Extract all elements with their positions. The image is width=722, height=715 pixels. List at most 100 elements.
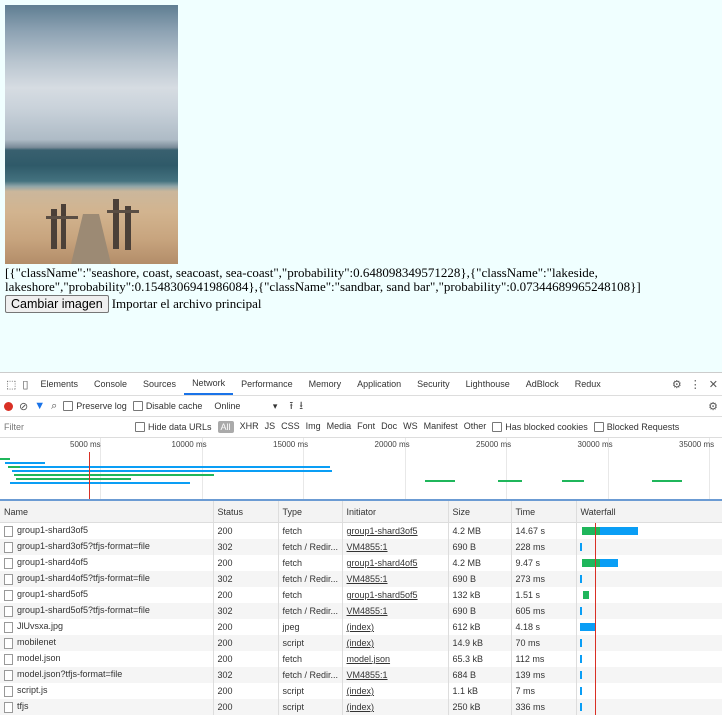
cell-status: 302 [217, 670, 233, 680]
cell-initiator[interactable]: group1-shard3of5 [347, 526, 418, 536]
filter-icon[interactable]: ▼ [34, 400, 45, 412]
tab-sources[interactable]: Sources [135, 373, 184, 395]
hide-data-urls-checkbox[interactable]: Hide data URLs [135, 422, 212, 433]
tab-console[interactable]: Console [86, 373, 135, 395]
file-icon [4, 621, 13, 633]
overview-tick-label: 25000 ms [476, 440, 512, 449]
cell-initiator[interactable]: VM4855:1 [347, 574, 388, 584]
waterfall-cell [576, 699, 722, 715]
devtools-tabs: ⬚ ▯ Elements Console Sources Network Perform… [0, 373, 722, 396]
tab-memory[interactable]: Memory [301, 373, 350, 395]
close-icon[interactable]: ✕ [709, 378, 718, 391]
table-row[interactable]: script.js 200 script (index) 1.1 kB 7 ms [0, 683, 722, 699]
table-row[interactable]: group1-shard4of5 200 fetch group1-shard4of5… [0, 555, 722, 571]
throttle-select[interactable]: Online ▾ [214, 401, 277, 412]
network-overview[interactable]: 5000 ms 10000 ms 15000 ms 20000 ms 25000 ms 3… [0, 438, 722, 501]
cell-initiator[interactable]: (index) [347, 702, 375, 712]
waterfall-load-line [594, 667, 596, 683]
column-header-time[interactable]: Time [511, 501, 577, 523]
disable-cache-checkbox[interactable]: Disable cache [132, 401, 202, 412]
blocked-cookies-checkbox[interactable]: Has blocked cookies [492, 422, 588, 433]
cell-initiator[interactable]: (index) [347, 686, 375, 696]
cell-initiator[interactable]: VM4855:1 [347, 670, 388, 680]
tab-elements[interactable]: Elements [32, 373, 86, 395]
filter-type-doc[interactable]: Doc [381, 421, 397, 433]
cell-initiator[interactable]: (index) [347, 622, 375, 632]
tab-lighthouse[interactable]: Lighthouse [458, 373, 518, 395]
filter-type-media[interactable]: Media [327, 421, 352, 433]
cell-type: fetch / Redir... [282, 542, 339, 552]
uploaded-image [5, 5, 178, 264]
table-row[interactable]: group1-shard4of5?tfjs-format=file 302 fetc… [0, 571, 722, 587]
filter-type-other[interactable]: Other [464, 421, 487, 433]
overview-activity-bar [12, 470, 332, 472]
tab-performance[interactable]: Performance [233, 373, 301, 395]
cell-initiator[interactable]: VM4855:1 [347, 542, 388, 552]
filter-input[interactable]: Filter [0, 422, 129, 432]
overview-activity-bar [20, 466, 330, 468]
table-row[interactable]: model.json 200 fetch model.json 65.3 kB 112 m… [0, 651, 722, 667]
filter-type-font[interactable]: Font [357, 421, 375, 433]
tab-network[interactable]: Network [184, 373, 234, 395]
filter-type-manifest[interactable]: Manifest [424, 421, 458, 433]
waterfall-load-line [594, 635, 596, 651]
cell-size: 690 B [452, 542, 477, 552]
column-header-waterfall[interactable]: Waterfall [576, 501, 722, 523]
device-toolbar-icon[interactable]: ▯ [22, 378, 28, 391]
filter-type-ws[interactable]: WS [403, 421, 418, 433]
clear-icon[interactable]: ⊘ [19, 400, 28, 413]
search-icon[interactable]: ⌕ [51, 400, 57, 413]
column-header-type[interactable]: Type [278, 501, 343, 523]
waterfall-cell [576, 619, 722, 635]
network-settings-icon[interactable]: ⚙ [708, 400, 718, 413]
export-har-icon[interactable]: ⭳ [299, 397, 303, 416]
cell-name: group1-shard3of5?tfjs-format=file [17, 541, 150, 552]
filter-type-all[interactable]: All [217, 421, 234, 433]
filter-type-xhr[interactable]: XHR [240, 421, 259, 433]
table-row[interactable]: JlUvsxa.jpg 200 jpeg (index) 612 kB 4.18 s [0, 619, 722, 635]
waterfall-bar [579, 543, 582, 551]
table-row[interactable]: group1-shard3of5?tfjs-format=file 302 fetc… [0, 539, 722, 555]
filter-type-js[interactable]: JS [265, 421, 276, 433]
cell-initiator[interactable]: group1-shard4of5 [347, 558, 418, 568]
table-row[interactable]: mobilenet 200 script (index) 14.9 kB 70 ms [0, 635, 722, 651]
waterfall-bar [579, 623, 596, 631]
column-header-status[interactable]: Status [213, 501, 279, 523]
cell-type: script [282, 686, 305, 696]
pier-illustration [46, 199, 139, 264]
cell-initiator[interactable]: group1-shard5of5 [347, 590, 418, 600]
cell-type: fetch [282, 590, 303, 600]
record-icon[interactable] [4, 401, 13, 411]
filter-type-css[interactable]: CSS [281, 421, 300, 433]
cell-initiator[interactable]: VM4855:1 [347, 606, 388, 616]
cell-status: 200 [217, 654, 233, 664]
file-icon [4, 525, 13, 537]
table-row[interactable]: group1-shard3of5 200 fetch group1-shard3of5… [0, 522, 722, 539]
tab-security[interactable]: Security [409, 373, 458, 395]
table-row[interactable]: tfjs 200 script (index) 250 kB 336 ms [0, 699, 722, 715]
column-header-name[interactable]: Name [0, 501, 214, 523]
waterfall-bar [582, 591, 589, 599]
cell-initiator[interactable]: (index) [347, 638, 375, 648]
table-row[interactable]: group1-shard5of5?tfjs-format=file 302 fetc… [0, 603, 722, 619]
column-header-size[interactable]: Size [448, 501, 512, 523]
overview-tick-label: 35000 ms [679, 440, 715, 449]
cell-status: 200 [217, 702, 233, 712]
column-header-initiator[interactable]: Initiator [342, 501, 449, 523]
tab-application[interactable]: Application [349, 373, 409, 395]
tab-redux[interactable]: Redux [567, 373, 609, 395]
table-row[interactable]: group1-shard5of5 200 fetch group1-shard5of5… [0, 587, 722, 603]
tab-adblock[interactable]: AdBlock [518, 373, 567, 395]
overview-activity-bar [10, 482, 190, 484]
import-text: Importar el archivo principal [111, 296, 262, 311]
cell-initiator[interactable]: model.json [347, 654, 391, 664]
more-icon[interactable]: ⋮ [690, 378, 701, 391]
blocked-requests-checkbox[interactable]: Blocked Requests [593, 422, 679, 433]
change-image-button[interactable]: Cambiar imagen [5, 295, 109, 313]
preserve-log-checkbox[interactable]: Preserve log [63, 401, 127, 412]
gear-icon[interactable]: ⚙ [672, 378, 682, 391]
filter-type-img[interactable]: Img [306, 421, 321, 433]
table-row[interactable]: model.json?tfjs-format=file 302 fetch / Re… [0, 667, 722, 683]
inspect-icon[interactable]: ⬚ [6, 378, 16, 391]
import-har-icon[interactable]: ⭱ [289, 397, 293, 416]
